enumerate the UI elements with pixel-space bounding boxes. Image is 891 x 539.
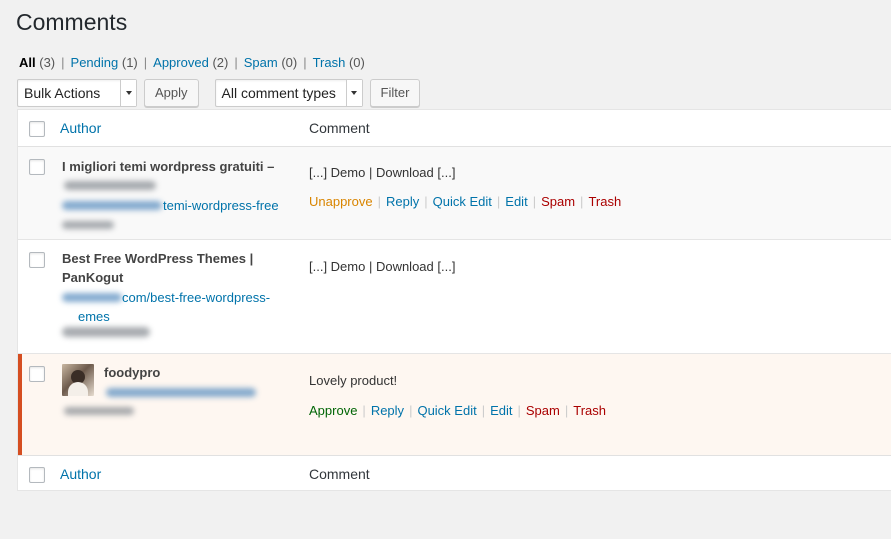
- trash-link[interactable]: Trash: [588, 194, 621, 209]
- comment-text: Lovely product!: [309, 373, 398, 388]
- column-author-sort[interactable]: Author: [60, 120, 101, 136]
- comment-type-select[interactable]: All comment types: [214, 78, 363, 107]
- row-checkbox[interactable]: [29, 252, 45, 268]
- unapprove-link[interactable]: Unapprove: [309, 194, 373, 209]
- redacted-url: [62, 201, 162, 210]
- spam-link[interactable]: Spam: [526, 403, 560, 418]
- row-checkbox[interactable]: [29, 366, 45, 382]
- comments-table: Author Comment I migliori temi wordpress…: [17, 109, 891, 491]
- avatar: [62, 364, 94, 396]
- author-name: Best Free WordPress Themes |: [62, 251, 254, 266]
- table-header: Author Comment: [18, 110, 891, 147]
- author-url-link[interactable]: com/best-free-wordpress-: [122, 288, 270, 307]
- comment-row-pending: foodypro Lovely product! Approve | Reply | Q…: [18, 354, 891, 455]
- approve-link[interactable]: Approve: [309, 403, 357, 418]
- table-footer: Author Comment: [18, 455, 891, 491]
- spam-link[interactable]: Spam: [541, 194, 575, 209]
- edit-link[interactable]: Edit: [490, 403, 512, 418]
- filter-button[interactable]: Filter: [369, 78, 421, 107]
- dropdown-arrow-icon: [345, 79, 362, 106]
- tablenav-top: Bulk Actions Apply All comment types Fil…: [17, 78, 421, 107]
- author-url-link[interactable]: temi-wordpress-free: [163, 196, 279, 215]
- redacted-email: [106, 388, 256, 397]
- redacted-url: [62, 293, 122, 302]
- author-name: I migliori temi wordpress gratuiti –: [62, 159, 275, 174]
- reply-link[interactable]: Reply: [386, 194, 419, 209]
- comment-text: [...] Demo | Download [...]: [309, 165, 456, 180]
- redacted-ip: [64, 407, 134, 415]
- column-comment: Comment: [309, 120, 370, 136]
- page-title: Comments: [16, 9, 128, 35]
- author-url-link[interactable]: emes: [78, 307, 110, 326]
- quick-edit-link[interactable]: Quick Edit: [433, 194, 492, 209]
- select-all-checkbox[interactable]: [29, 121, 45, 137]
- redacted-ip: [62, 327, 150, 337]
- author-name: PanKogut: [62, 270, 124, 285]
- filter-trash[interactable]: Trash (0): [313, 55, 365, 70]
- filter-spam[interactable]: Spam (0): [244, 55, 297, 70]
- quick-edit-link[interactable]: Quick Edit: [417, 403, 476, 418]
- column-comment: Comment: [309, 466, 370, 482]
- comment-row: I migliori temi wordpress gratuiti – tem…: [18, 147, 891, 240]
- redacted-email: [64, 181, 156, 190]
- filter-pending[interactable]: Pending (1): [71, 55, 138, 70]
- row-checkbox[interactable]: [29, 159, 45, 175]
- select-all-checkbox[interactable]: [29, 467, 45, 483]
- dropdown-arrow-icon: [120, 79, 136, 106]
- redacted-ip: [62, 221, 114, 229]
- column-author-sort[interactable]: Author: [60, 466, 101, 482]
- author-name: foodypro: [104, 365, 161, 380]
- edit-link[interactable]: Edit: [505, 194, 527, 209]
- bulk-actions-select[interactable]: Bulk Actions: [17, 78, 137, 107]
- filter-approved[interactable]: Approved (2): [153, 55, 228, 70]
- apply-button[interactable]: Apply: [144, 78, 199, 107]
- filter-all[interactable]: All (3): [19, 55, 55, 70]
- row-actions: Approve | Reply | Quick Edit | Edit | Spam | Trash: [309, 403, 606, 418]
- reply-link[interactable]: Reply: [371, 403, 404, 418]
- trash-link[interactable]: Trash: [573, 403, 606, 418]
- status-filter-links: All (3) | Pending (1) | Approved (2) | Spam (0…: [19, 55, 365, 70]
- comment-text: [...] Demo | Download [...]: [309, 259, 456, 274]
- comment-row: Best Free WordPress Themes | PanKogut co…: [18, 240, 891, 354]
- row-actions: Unapprove | Reply | Quick Edit | Edit | Spam | Tra…: [309, 194, 622, 209]
